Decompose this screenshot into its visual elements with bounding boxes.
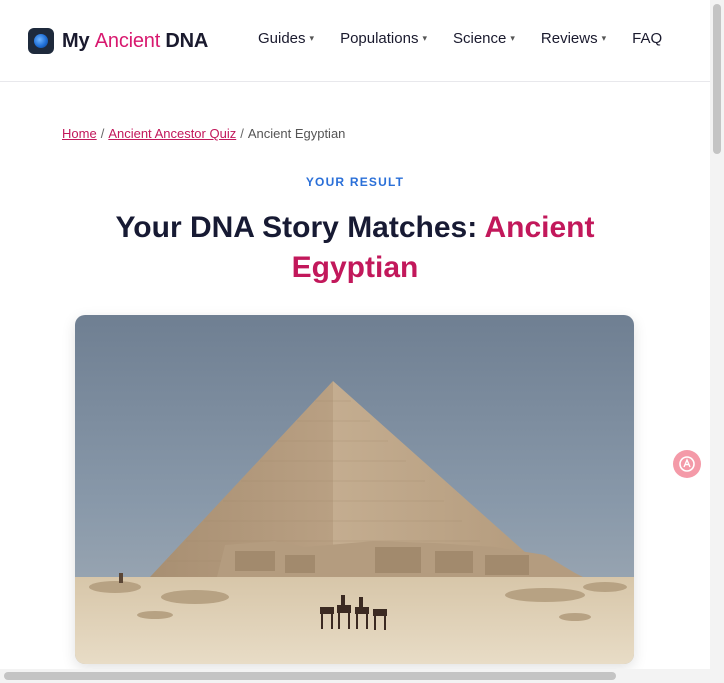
translate-button[interactable] — [673, 450, 701, 478]
logo-word-my: My — [62, 29, 90, 52]
breadcrumb: Home / Ancient Ancestor Quiz / Ancient Egypt… — [62, 126, 345, 141]
nav-item-reviews[interactable]: Reviews ▾ — [541, 30, 606, 47]
hero-image — [75, 315, 634, 664]
scrollbar-thumb[interactable] — [4, 672, 616, 680]
nav-item-populations[interactable]: Populations ▾ — [340, 30, 427, 47]
nav-item-science[interactable]: Science ▾ — [453, 30, 515, 47]
nav-item-faq[interactable]: FAQ — [632, 30, 662, 47]
nav-item-guides[interactable]: Guides ▾ — [258, 30, 314, 47]
horizontal-scrollbar[interactable] — [0, 669, 710, 683]
nav-label: FAQ — [632, 29, 663, 47]
breadcrumb-link-home[interactable]: Home — [62, 126, 97, 141]
title-prefix: Your DNA Story Matches: — [115, 211, 478, 244]
chevron-down-icon: ▾ — [309, 32, 315, 43]
nav-label: Populations — [340, 29, 419, 47]
breadcrumb-separator: / — [100, 126, 105, 141]
breadcrumb-current: Ancient Egyptian — [247, 126, 346, 141]
translate-icon — [679, 456, 695, 472]
breadcrumb-link-quiz[interactable]: Ancient Ancestor Quiz — [108, 126, 236, 141]
nav-label: Reviews — [540, 29, 598, 47]
pyramid-illustration — [75, 315, 634, 664]
vertical-scrollbar[interactable] — [710, 0, 724, 683]
chevron-down-icon: ▾ — [422, 32, 427, 43]
dna-globe-icon — [28, 28, 54, 54]
site-header: My Ancient DNA Guides ▾ Populations ▾ Sc… — [0, 0, 710, 82]
nav-label: Guides — [258, 29, 306, 47]
logo-text: My Ancient DNA — [62, 30, 208, 53]
chevron-down-icon: ▾ — [601, 32, 607, 43]
chevron-down-icon: ▾ — [510, 32, 515, 43]
breadcrumb-separator: / — [240, 126, 244, 141]
page-title: Your DNA Story Matches: Ancient Egyptian — [90, 208, 620, 288]
logo-word-dna: DNA — [165, 29, 209, 52]
logo-word-ancient: Ancient — [94, 29, 161, 52]
site-logo[interactable]: My Ancient DNA — [28, 28, 208, 54]
main-nav: Guides ▾ Populations ▾ Science ▾ Reviews… — [258, 28, 662, 48]
nav-label: Science — [453, 29, 507, 47]
scrollbar-thumb[interactable] — [713, 4, 721, 154]
result-eyebrow: YOUR RESULT — [305, 175, 405, 189]
